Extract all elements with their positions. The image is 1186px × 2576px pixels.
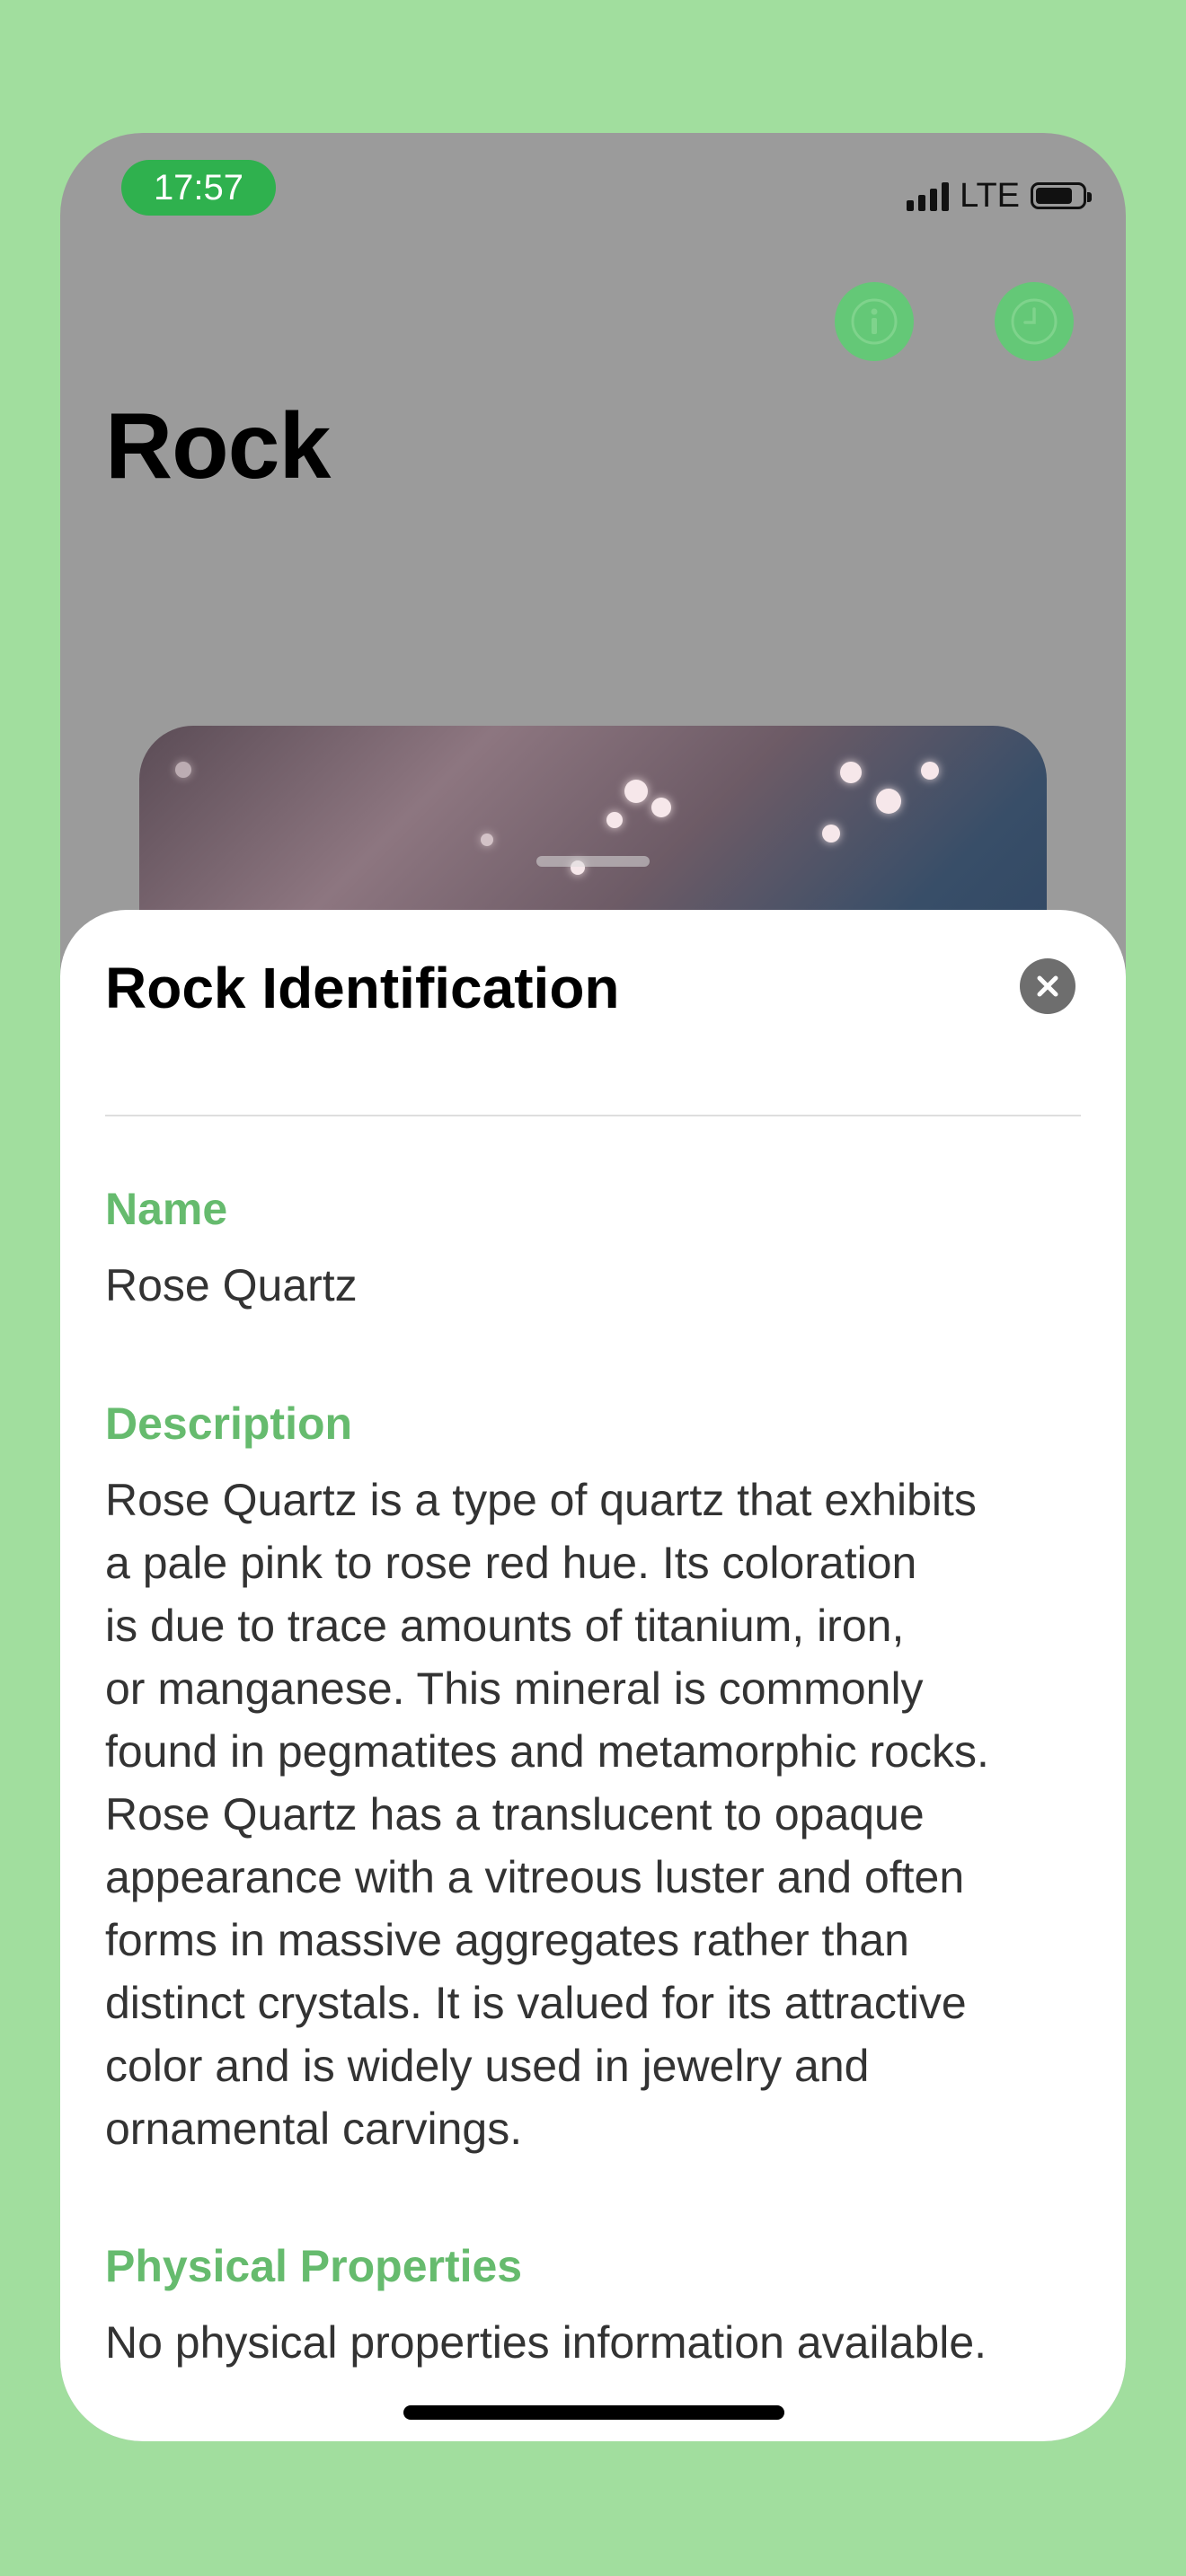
battery-icon <box>1031 182 1092 209</box>
network-type: LTE <box>960 176 1020 215</box>
info-button[interactable] <box>835 282 914 361</box>
name-value: Rose Quartz <box>105 1260 358 1310</box>
info-icon <box>851 298 898 345</box>
description-label: Description <box>105 1398 353 1449</box>
physical-properties-text: No physical properties information avail… <box>105 2317 987 2368</box>
description-text: Rose Quartz is a type of quartz that exh… <box>105 1475 989 2154</box>
status-time: 17:57 <box>121 160 276 216</box>
clock-icon <box>1011 298 1058 345</box>
phone-screen: 17:57 LTE Rock Rock Identification Name … <box>60 133 1126 2441</box>
home-indicator[interactable] <box>403 2405 784 2420</box>
divider <box>105 1115 1081 1116</box>
history-button[interactable] <box>995 282 1074 361</box>
page-title: Rock <box>105 394 331 498</box>
sheet-grabber[interactable] <box>536 856 650 867</box>
status-indicators: LTE <box>907 176 1092 216</box>
physical-properties-label: Physical Properties <box>105 2241 523 2291</box>
name-label: Name <box>105 1184 228 1234</box>
sheet-title: Rock Identification <box>105 956 620 1020</box>
signal-icon <box>907 181 950 211</box>
close-icon <box>1037 975 1058 997</box>
close-button[interactable] <box>1020 958 1075 1014</box>
identification-sheet: Rock Identification Name Rose Quartz Des… <box>60 910 1126 2441</box>
